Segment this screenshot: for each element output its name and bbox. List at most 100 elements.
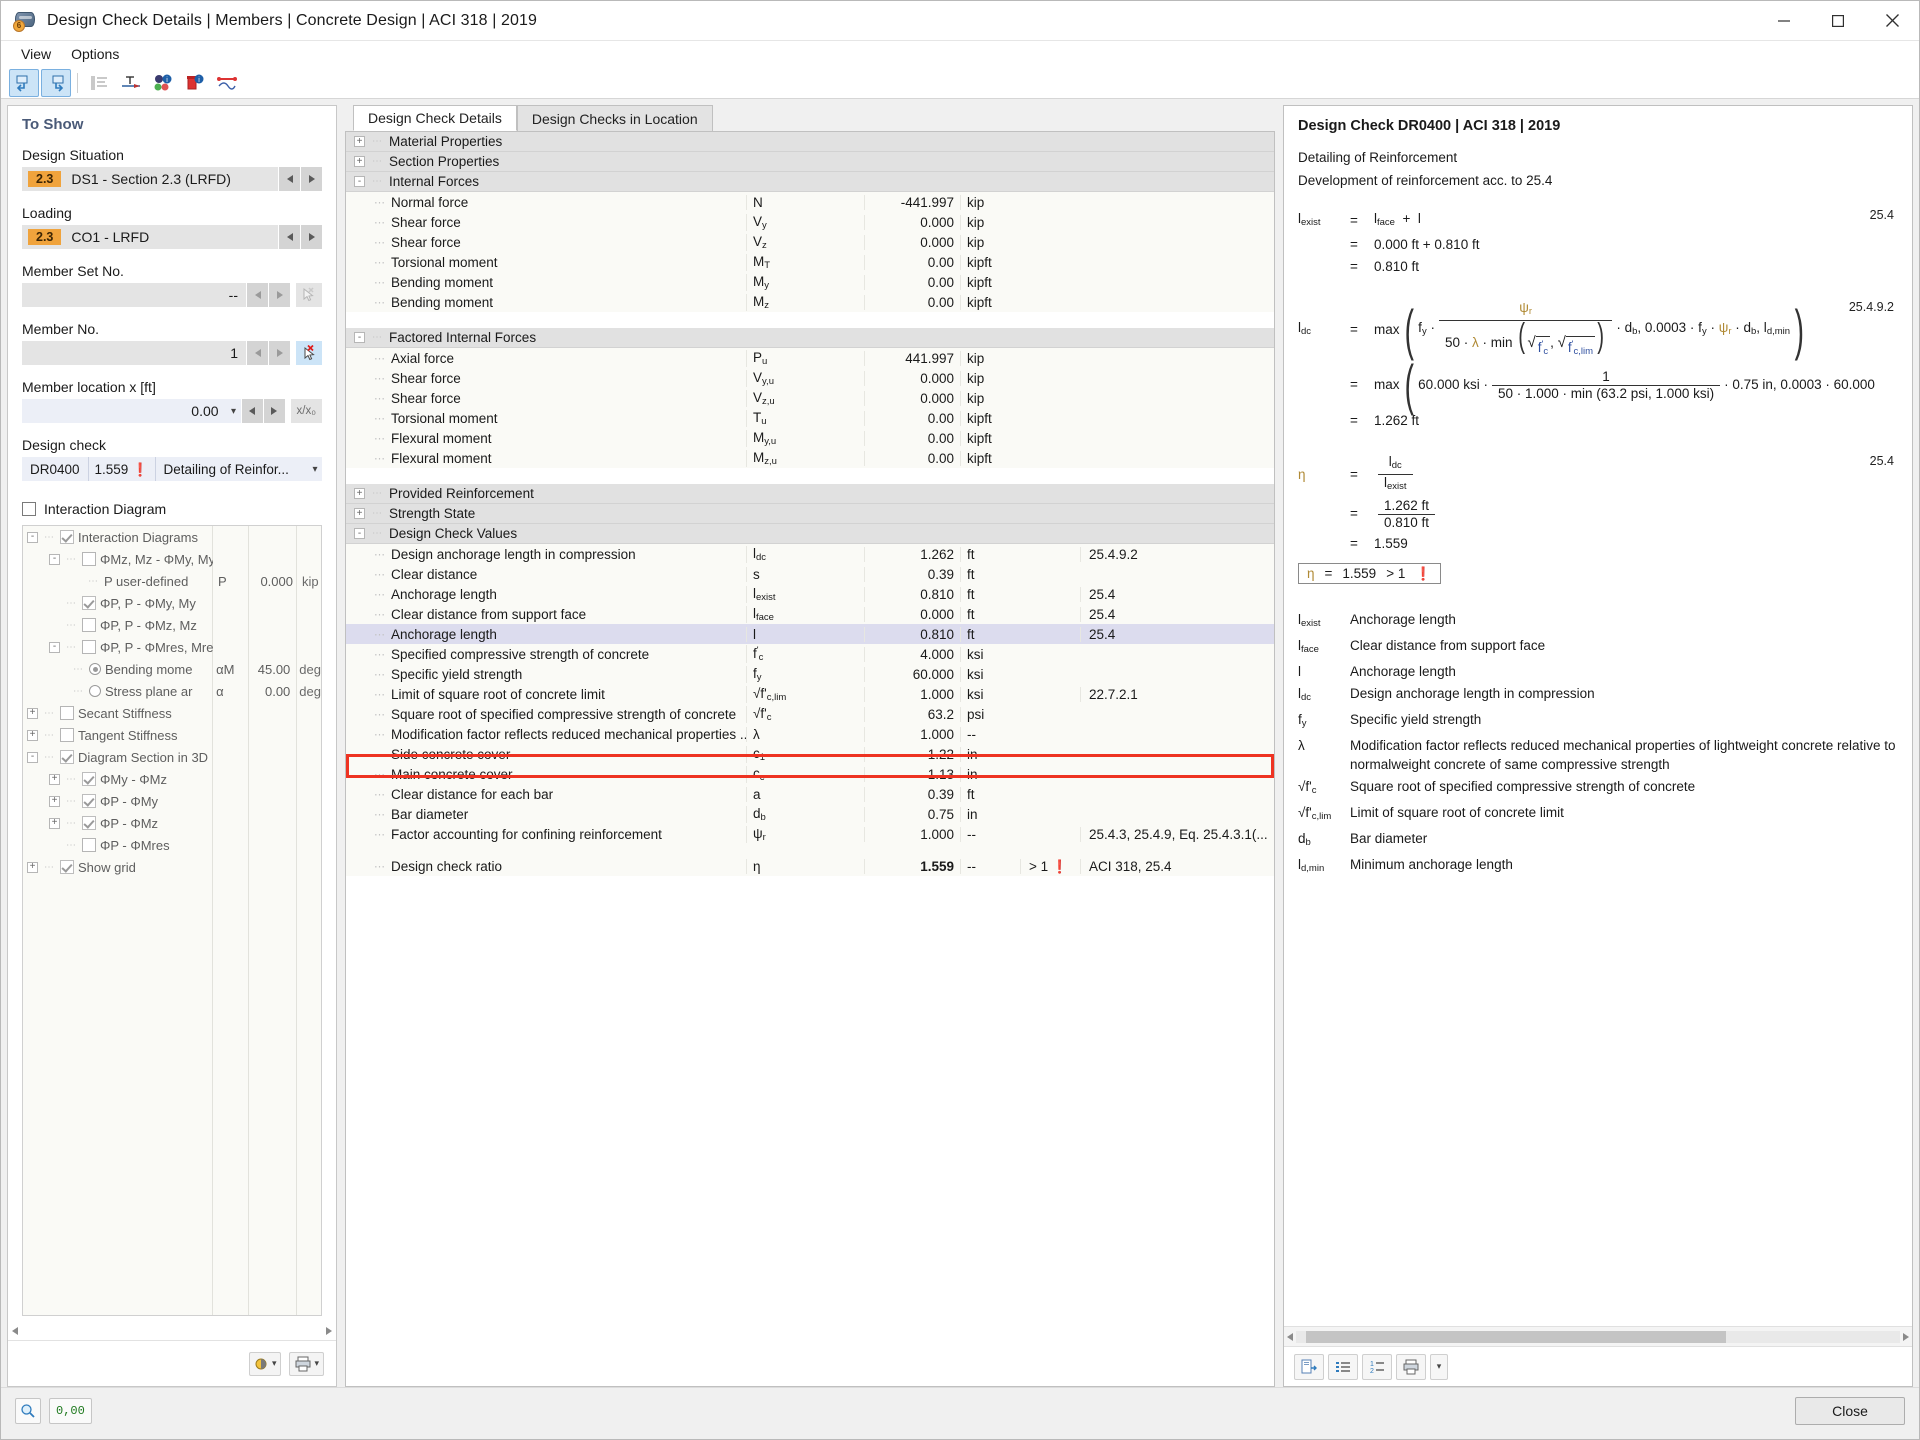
close-window-button[interactable] [1865, 1, 1919, 41]
member-no-next-button[interactable] [268, 341, 290, 365]
tree-expander-icon[interactable]: - [27, 531, 38, 543]
loading-prev-button[interactable] [278, 225, 300, 249]
member-no-input[interactable]: 1 [22, 341, 246, 365]
minimize-button[interactable] [1757, 1, 1811, 41]
member-no-pick-button[interactable] [296, 341, 322, 365]
design-check-combo[interactable]: DR0400 1.559 ❗ Detailing of Reinfor... ▾ [22, 457, 322, 481]
tree-expander-icon[interactable]: + [27, 707, 38, 719]
tree-item[interactable]: ⋯ ΦP, P - ΦMz, Mz [23, 614, 321, 636]
group-expander-icon[interactable]: - [354, 332, 365, 343]
render-mode-button[interactable]: ▾ [248, 1351, 282, 1376]
group-expander-icon[interactable]: + [354, 156, 365, 167]
table-row[interactable]: Shear forceVy0.000kip [346, 212, 1274, 232]
tree-checkbox[interactable] [60, 860, 74, 874]
navigate-back-icon[interactable] [9, 68, 39, 97]
table-group-row[interactable]: + ⋯ Strength State [346, 504, 1274, 524]
print-icon[interactable] [1396, 1353, 1426, 1380]
tree-expander-icon[interactable]: + [49, 773, 60, 785]
member-no-prev-button[interactable] [246, 341, 268, 365]
design-situation-combo[interactable]: 2.3 DS1 - Section 2.3 (LRFD) [22, 167, 322, 191]
section-axis-icon[interactable] [116, 69, 146, 97]
table-row[interactable]: Clear distance for each bara0.39ft [346, 784, 1274, 804]
table-row[interactable]: Design anchorage length in compressionld… [346, 544, 1274, 564]
table-row[interactable]: Specified compressive strength of concre… [346, 644, 1274, 664]
maximize-button[interactable] [1811, 1, 1865, 41]
diagram-options-tree[interactable]: - ⋯ Interaction Diagrams - ⋯ ΦMz, Mz - ΦMy, M… [22, 525, 322, 1316]
tree-expander-icon[interactable]: + [27, 861, 38, 873]
table-group-row[interactable]: + ⋯ Section Properties [346, 152, 1274, 172]
member-set-prev-button[interactable] [246, 283, 268, 307]
table-row[interactable]: Shear forceVz0.000kip [346, 232, 1274, 252]
design-situation-next-button[interactable] [300, 167, 322, 191]
table-row[interactable]: Bending momentMz0.00kipft [346, 292, 1274, 312]
member-set-pick-button[interactable] [296, 283, 322, 307]
right-panel-scroll-track[interactable] [1296, 1330, 1900, 1343]
member-set-next-button[interactable] [268, 283, 290, 307]
tree-checkbox[interactable] [60, 706, 74, 720]
design-check-chevron-down-icon[interactable]: ▾ [308, 457, 322, 481]
table-row[interactable]: Torsional momentTu0.00kipft [346, 408, 1274, 428]
tree-checkbox[interactable] [82, 794, 96, 808]
table-group-row[interactable]: - ⋯ Internal Forces [346, 172, 1274, 192]
diagram-curve-icon[interactable] [212, 69, 242, 97]
relative-location-toggle[interactable]: x/x₀ [290, 399, 322, 423]
table-row[interactable]: Side concrete coverc11.22in [346, 744, 1274, 764]
loading-combo[interactable]: 2.3 CO1 - LRFD [22, 225, 322, 249]
table-row[interactable]: Flexural momentMy,u0.00kipft [346, 428, 1274, 448]
tree-item[interactable]: - ⋯ Interaction Diagrams [23, 526, 321, 548]
tree-item[interactable]: + ⋯ Tangent Stiffness [23, 724, 321, 746]
print-dropdown-icon[interactable]: ▾ [1430, 1353, 1448, 1380]
close-button[interactable]: Close [1795, 1396, 1905, 1425]
interaction-diagram-checkbox-row[interactable]: Interaction Diagram [22, 501, 322, 517]
table-group-row[interactable]: - ⋯ Factored Internal Forces [346, 328, 1274, 348]
tab-design-check-details[interactable]: Design Check Details [353, 105, 517, 131]
tree-checkbox[interactable] [82, 552, 96, 566]
tree-checkbox[interactable] [82, 772, 96, 786]
navigate-forward-icon[interactable] [41, 68, 71, 97]
tree-item[interactable]: + ⋯ ΦP - ΦMy [23, 790, 321, 812]
tree-checkbox[interactable] [82, 618, 96, 632]
tree-item[interactable]: - ⋯ Diagram Section in 3D [23, 746, 321, 768]
tree-checkbox[interactable] [82, 596, 96, 610]
table-row[interactable]: Axial forcePu441.997kip [346, 348, 1274, 368]
tree-checkbox[interactable] [82, 640, 96, 654]
table-row[interactable]: Specific yield strengthfy60.000ksi [346, 664, 1274, 684]
tree-expander-icon[interactable]: + [49, 795, 60, 807]
chevron-down-icon[interactable]: ▾ [226, 399, 241, 423]
member-location-prev-button[interactable] [240, 399, 263, 423]
tree-checkbox[interactable] [60, 530, 74, 544]
tree-expander-icon[interactable]: - [49, 553, 60, 565]
tab-design-checks-in-location[interactable]: Design Checks in Location [516, 105, 713, 131]
tree-item[interactable]: ⋯ Bending mome αM 45.00 deg [23, 658, 321, 680]
print-button[interactable]: ▾ [289, 1351, 324, 1376]
table-group-row[interactable]: - ⋯ Design Check Values [346, 524, 1274, 544]
tree-checkbox[interactable] [60, 728, 74, 742]
table-row[interactable]: Anchorage lengthl0.810ft 25.4 [346, 624, 1274, 644]
table-row[interactable]: Shear forceVz,u0.000kip [346, 388, 1274, 408]
tree-item[interactable]: - ⋯ ΦMz, Mz - ΦMy, My [23, 548, 321, 570]
member-location-input[interactable]: 0.00 [22, 399, 227, 423]
table-row[interactable]: Main concrete covercc1.13in [346, 764, 1274, 784]
tree-item[interactable]: + ⋯ Secant Stiffness [23, 702, 321, 724]
tree-item[interactable]: ⋯ ΦP, P - ΦMy, My [23, 592, 321, 614]
tree-item[interactable]: ⋯ P user-defined P 0.000 kip [23, 570, 321, 592]
table-body[interactable]: + ⋯ Material Properties + ⋯ Section Propertie… [346, 132, 1274, 1386]
group-expander-icon[interactable]: + [354, 488, 365, 499]
sort-icon[interactable]: 12 [1362, 1353, 1392, 1380]
tree-expander-icon[interactable]: + [27, 729, 38, 741]
table-row[interactable]: Anchorage lengthlexist0.810ft 25.4 [346, 584, 1274, 604]
table-row[interactable]: Normal forceN-441.997kip [346, 192, 1274, 212]
table-row[interactable]: Modification factor reflects reduced mec… [346, 724, 1274, 744]
list-details-icon[interactable] [84, 69, 114, 97]
left-panel-hscrollbar[interactable] [8, 1322, 336, 1340]
table-row[interactable]: Shear forceVy,u0.000kip [346, 368, 1274, 388]
tree-expander-icon[interactable]: - [27, 751, 38, 763]
tree-item[interactable]: + ⋯ Show grid [23, 856, 321, 878]
table-row[interactable]: Design check ratioη1.559--> 1 ❗ACI 318, … [346, 856, 1274, 876]
group-expander-icon[interactable]: - [354, 176, 365, 187]
member-location-next-button[interactable] [262, 399, 285, 423]
table-row[interactable]: Factor accounting for confining reinforc… [346, 824, 1274, 844]
tree-checkbox[interactable] [82, 816, 96, 830]
menu-item-options[interactable]: Options [61, 43, 129, 65]
group-expander-icon[interactable]: - [354, 528, 365, 539]
